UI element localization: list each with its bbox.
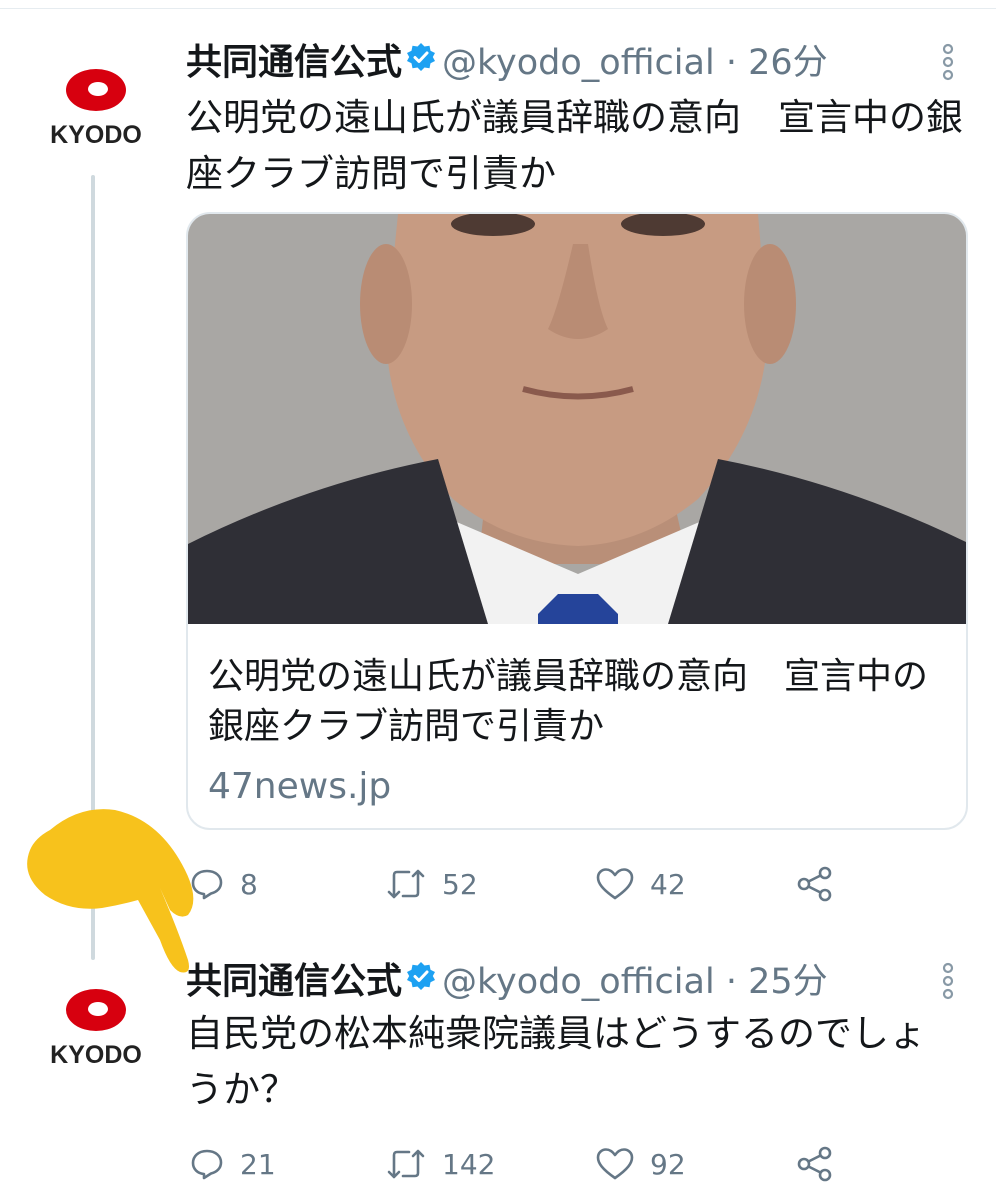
tweet-actions: 21 142 92 bbox=[186, 1142, 966, 1186]
link-card[interactable]: 公明党の遠山氏が議員辞職の意向 宣言中の銀座クラブ訪問で引責か 47news.j… bbox=[186, 212, 968, 830]
retweet-icon bbox=[387, 1149, 425, 1179]
tweet-time: · 26分 bbox=[714, 43, 828, 83]
more-icon[interactable] bbox=[938, 961, 958, 1001]
reply-button[interactable]: 21 bbox=[190, 1142, 276, 1186]
verified-icon bbox=[406, 955, 436, 1005]
reply-count: 8 bbox=[240, 867, 258, 901]
card-title: 公明党の遠山氏が議員辞職の意向 宣言中の銀座クラブ訪問で引責か bbox=[208, 656, 929, 747]
author-name[interactable]: 共同通信公式 bbox=[186, 42, 402, 83]
svg-text:KYODO: KYODO bbox=[50, 121, 142, 149]
author-handle[interactable]: @kyodo_official bbox=[442, 962, 715, 1002]
like-icon bbox=[596, 1148, 634, 1180]
retweet-icon bbox=[387, 869, 425, 899]
tweet-text: 公明党の遠山氏が議員辞職の意向 宣言中の銀座クラブ訪問で引責か bbox=[186, 96, 963, 195]
share-icon bbox=[797, 1146, 832, 1182]
share-button[interactable] bbox=[796, 862, 834, 906]
retweet-count: 52 bbox=[442, 867, 478, 901]
verified-icon bbox=[406, 36, 436, 86]
like-count: 92 bbox=[650, 1147, 686, 1181]
svg-text:KYODO: KYODO bbox=[50, 1041, 142, 1069]
avatar[interactable]: KYODO bbox=[30, 40, 158, 168]
card-image bbox=[188, 214, 966, 624]
tweet-header: 共同通信公式 @kyodo_official · 25分 bbox=[186, 955, 828, 1005]
share-button[interactable] bbox=[796, 1142, 834, 1186]
kyodo-logo: KYODO bbox=[50, 69, 142, 149]
more-icon[interactable] bbox=[938, 42, 958, 82]
top-divider bbox=[0, 8, 996, 9]
author-handle[interactable]: @kyodo_official bbox=[442, 43, 715, 83]
retweet-count: 142 bbox=[442, 1147, 496, 1181]
tweet-text: 自民党の松本純衆院議員はどうするのでしょうか？ bbox=[186, 1012, 926, 1111]
tweet-time: · 25分 bbox=[714, 962, 828, 1002]
reply-count: 21 bbox=[240, 1147, 276, 1181]
like-icon bbox=[596, 868, 634, 900]
reply-icon bbox=[191, 1149, 223, 1180]
retweet-button[interactable]: 142 bbox=[386, 1142, 495, 1186]
pointing-hand-icon bbox=[10, 800, 210, 980]
card-domain: 47news.jp bbox=[208, 766, 392, 807]
author-name[interactable]: 共同通信公式 bbox=[186, 961, 402, 1002]
share-icon bbox=[797, 866, 832, 902]
like-count: 42 bbox=[650, 867, 686, 901]
like-button[interactable]: 42 bbox=[596, 862, 686, 906]
retweet-button[interactable]: 52 bbox=[386, 862, 478, 906]
tweet-actions: 8 52 42 bbox=[186, 862, 966, 906]
like-button[interactable]: 92 bbox=[596, 1142, 686, 1186]
tweet-header: 共同通信公式 @kyodo_official · 26分 bbox=[186, 36, 828, 86]
